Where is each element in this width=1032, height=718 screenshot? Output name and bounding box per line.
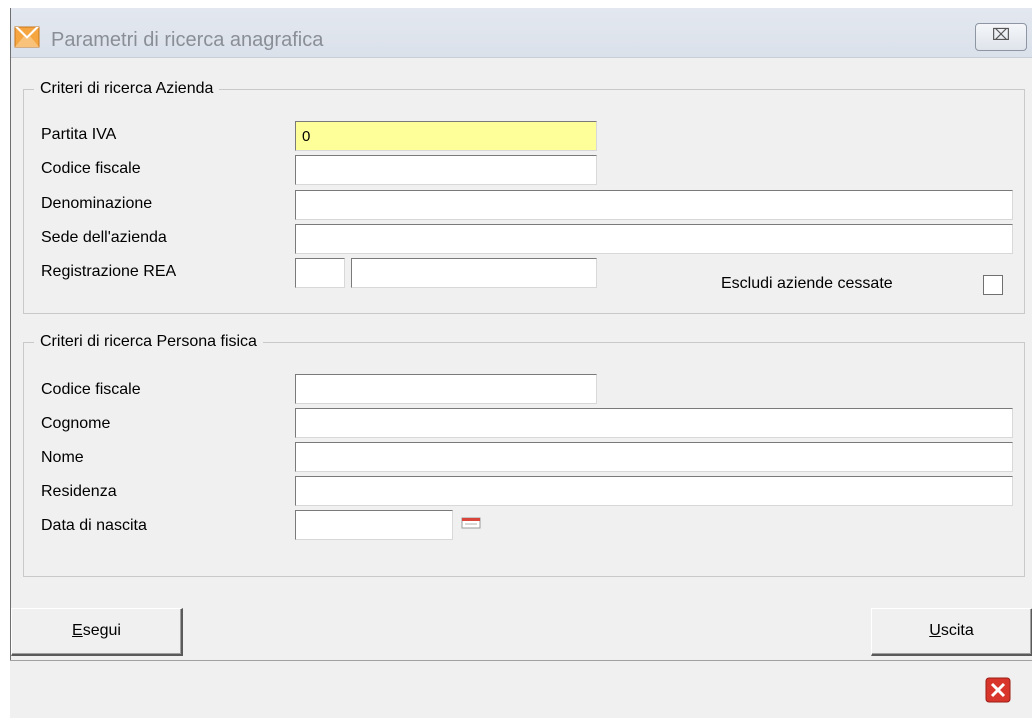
nome-input[interactable] <box>295 442 1013 472</box>
esegui-button[interactable]: Esegui <box>11 608 183 656</box>
uscita-mnemonic: U <box>929 622 941 639</box>
data-nascita-input[interactable] <box>295 510 453 540</box>
residenza-label: Residenza <box>41 483 117 500</box>
app-envelope-icon <box>14 26 40 48</box>
uscita-button[interactable]: Uscita <box>871 608 1032 656</box>
window-title: Parametri di ricerca anagrafica <box>51 29 324 51</box>
title-bar: Parametri di ricerca anagrafica ⌧ <box>11 8 1032 58</box>
partita-iva-label: Partita IVA <box>41 126 117 143</box>
close-window-button[interactable]: ⌧ <box>975 23 1027 51</box>
red-close-icon[interactable] <box>985 677 1011 703</box>
dialog-window: Parametri di ricerca anagrafica ⌧ Criter… <box>10 8 1032 718</box>
registrazione-rea-label: Registrazione REA <box>41 263 177 280</box>
partita-iva-input[interactable] <box>295 121 597 151</box>
denominazione-input[interactable] <box>295 190 1013 220</box>
residenza-input[interactable] <box>295 476 1013 506</box>
esegui-mnemonic: E <box>72 622 83 639</box>
status-bar <box>10 660 1032 718</box>
sede-azienda-label: Sede dell'azienda <box>41 229 167 246</box>
cognome-input[interactable] <box>295 408 1013 438</box>
persona-codice-fiscale-label: Codice fiscale <box>41 381 141 398</box>
cognome-label: Cognome <box>41 415 111 432</box>
azienda-group-legend: Criteri di ricerca Azienda <box>34 78 220 100</box>
escludi-cessate-checkbox[interactable] <box>983 275 1003 295</box>
persona-group-legend: Criteri di ricerca Persona fisica <box>34 331 263 353</box>
close-icon: ⌧ <box>991 27 1011 44</box>
nome-label: Nome <box>41 449 84 466</box>
rea-numero-input[interactable] <box>351 258 597 288</box>
denominazione-label: Denominazione <box>41 195 153 212</box>
azienda-codice-fiscale-input[interactable] <box>295 155 597 185</box>
calendar-icon[interactable] <box>461 517 481 529</box>
uscita-label: scita <box>940 622 974 639</box>
rea-provincia-input[interactable] <box>295 258 345 288</box>
persona-codice-fiscale-input[interactable] <box>295 374 597 404</box>
azienda-codice-fiscale-label: Codice fiscale <box>41 160 141 177</box>
escludi-cessate-label: Escludi aziende cessate <box>721 275 893 292</box>
data-nascita-label: Data di nascita <box>41 517 147 534</box>
esegui-label: segui <box>82 622 121 639</box>
sede-azienda-input[interactable] <box>295 224 1013 254</box>
